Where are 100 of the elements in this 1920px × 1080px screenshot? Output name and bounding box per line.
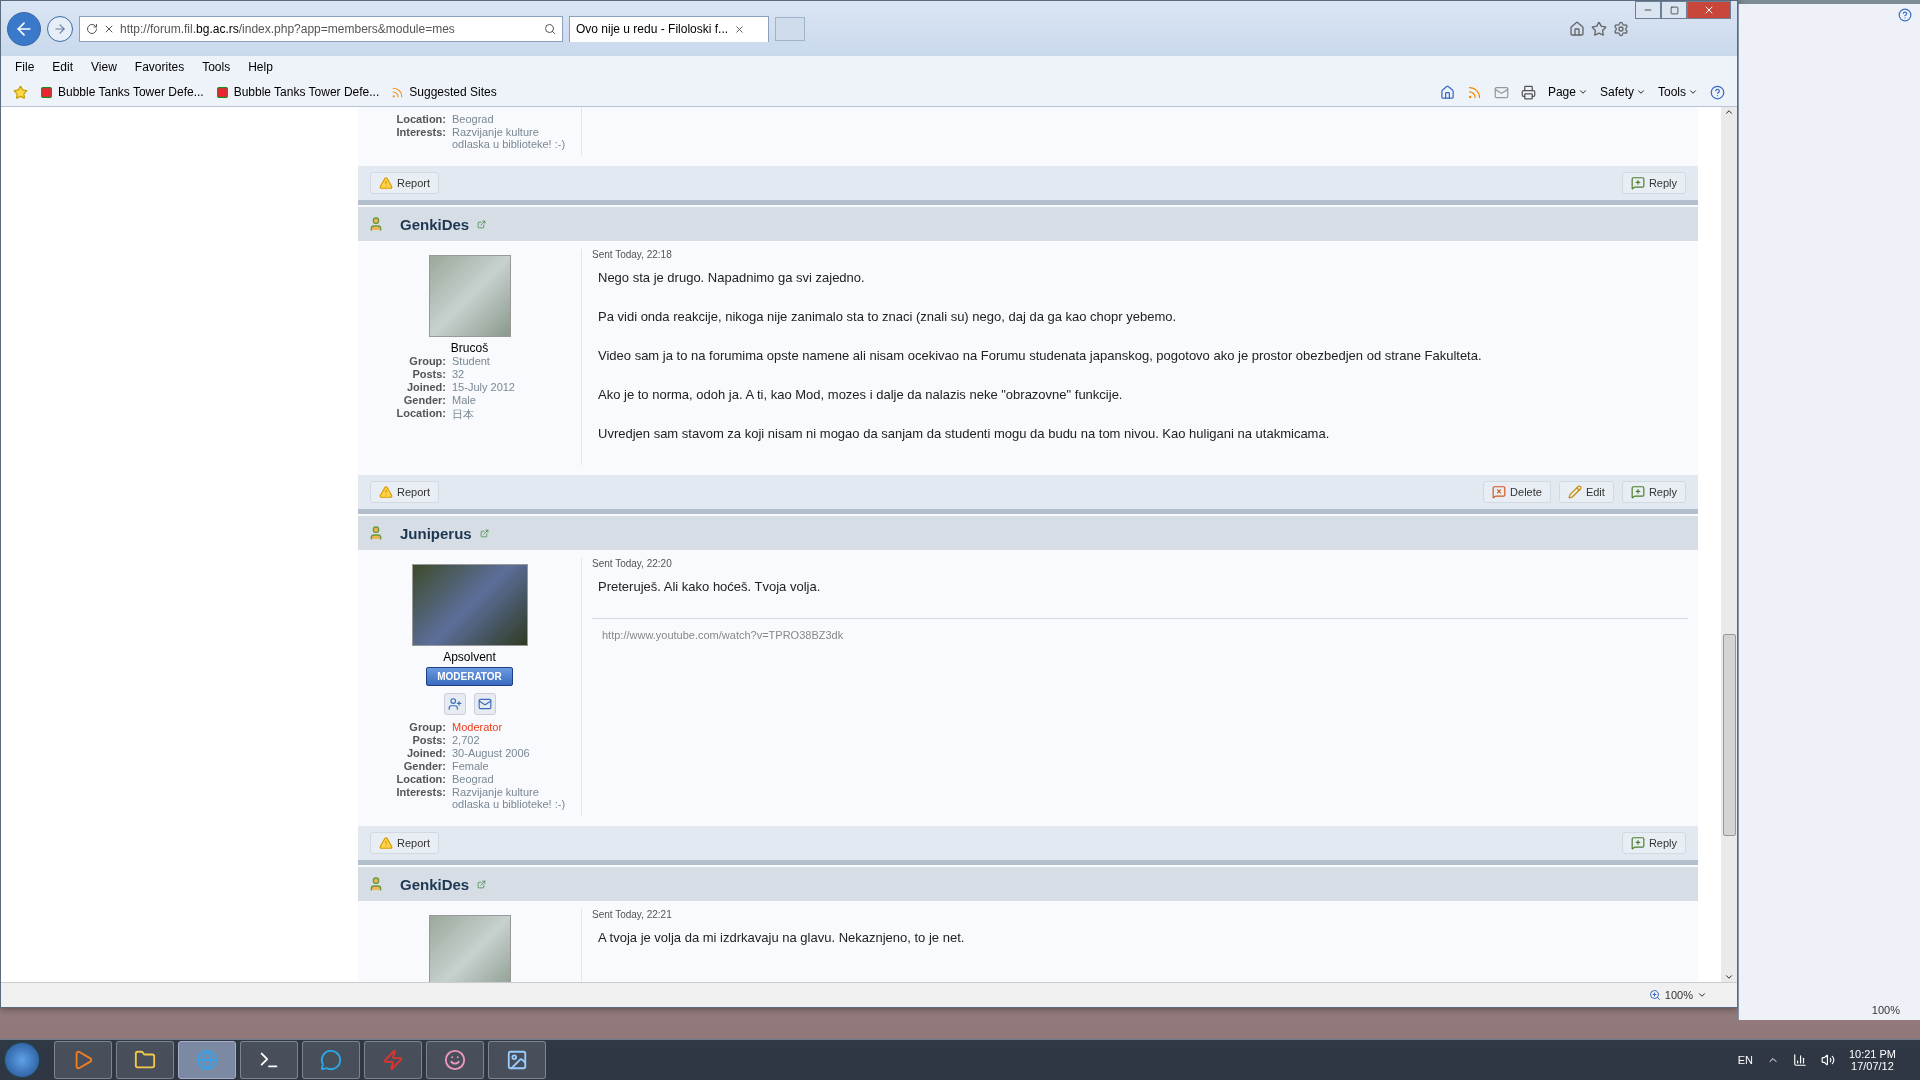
feed-icon[interactable]	[1466, 84, 1482, 100]
forward-button[interactable]	[47, 15, 73, 42]
menu-item[interactable]: File	[15, 60, 35, 74]
back-button[interactable]	[7, 11, 41, 46]
profile-value: Student	[452, 355, 491, 367]
report-button[interactable]: Report	[370, 832, 440, 854]
scroll-up-icon[interactable]	[1724, 107, 1734, 117]
help-icon[interactable]	[1898, 8, 1912, 22]
star-icon[interactable]	[1591, 20, 1607, 37]
menu-item[interactable]: Edit	[52, 60, 74, 74]
feed-icon	[391, 85, 405, 99]
post-paragraph: Ako je to norma, odoh ja. A ti, kao Mod, mozes i dalje da nalazis neke "obrazovne" funkcije.	[598, 387, 1124, 402]
external-link-icon[interactable]	[479, 528, 489, 538]
clock-date[interactable]: 17/07/12	[1851, 1060, 1894, 1072]
home-icon[interactable]	[1569, 20, 1585, 37]
post-paragraph: Uvredjen sam stavom za koji nisam ni mogao da sanjam da studenti mogu da budu na tom nivou. Kao huligani na utakmicama.	[598, 426, 1331, 441]
zoom-icon[interactable]	[1648, 989, 1661, 1001]
start-button[interactable]	[4, 1042, 40, 1078]
caret-icon[interactable]	[1697, 990, 1707, 1000]
minimize-button[interactable]	[1635, 1, 1661, 19]
external-link-icon[interactable]	[477, 219, 487, 229]
globe-icon	[196, 1049, 218, 1071]
command-menu[interactable]: Page	[1547, 85, 1588, 99]
profile-value: Beograd	[452, 773, 495, 785]
post-paragraph: Video sam ja to na forumima opste namene ali nisam ocekivao na Forumu studenata japanskog, pogotovo ako je prostor obezbedjen od strane Fakulteta.	[598, 348, 1483, 363]
scrollbar-thumb[interactable]	[1722, 633, 1736, 836]
sent-time: Sent Today, 22:20	[592, 558, 673, 569]
language-indicator[interactable]: EN	[1737, 1054, 1753, 1066]
profile-value: Razvijanje kulture odlaska u biblioteke! :-)	[452, 126, 567, 150]
author-link[interactable]: GenkiDes	[400, 875, 470, 893]
profile-value: 2,702	[452, 734, 481, 746]
menu-item[interactable]: Help	[248, 60, 273, 74]
home-icon[interactable]	[1439, 84, 1455, 100]
refresh-icon[interactable]	[86, 22, 98, 35]
signature-link[interactable]: http://www.youtube.com/watch?v=TPRO38BZ3dk	[602, 629, 844, 641]
settings-icon[interactable]	[1613, 20, 1629, 37]
search-icon[interactable]	[544, 22, 556, 35]
profile-label: Group:	[408, 721, 446, 733]
profile-value: Female	[452, 760, 490, 772]
signal-icon[interactable]	[1792, 1053, 1807, 1067]
volume-icon[interactable]	[1820, 1053, 1835, 1067]
site-icon	[215, 85, 229, 99]
warning-icon	[379, 176, 393, 190]
menu-item[interactable]: Favorites	[134, 60, 185, 74]
edit-button[interactable]: Edit	[1558, 481, 1614, 503]
user-icon	[368, 876, 384, 892]
clock-time[interactable]: 10:21 PM	[1848, 1048, 1896, 1060]
reply-button[interactable]: Reply	[1621, 481, 1686, 503]
message-button[interactable]	[473, 693, 496, 715]
maximize-button[interactable]	[1661, 1, 1687, 19]
favorite-link[interactable]: Bubble Tanks Tower Defe...	[40, 85, 204, 99]
help-icon[interactable]	[1710, 84, 1725, 100]
rank-label: Brucoš	[450, 341, 489, 355]
chat-icon	[320, 1049, 342, 1071]
author-link[interactable]: GenkiDes	[400, 215, 470, 233]
close-icon	[734, 23, 746, 35]
report-button[interactable]: Report	[370, 172, 440, 194]
profile-label: Joined:	[405, 747, 446, 759]
folder-icon	[134, 1049, 156, 1071]
scrollbar[interactable]	[1721, 107, 1737, 982]
user-icon	[368, 525, 384, 541]
profile-label: Location:	[395, 113, 446, 125]
menu-item[interactable]: Tools	[202, 60, 231, 74]
warning-icon	[379, 836, 393, 850]
address-field[interactable]: http://forum.fil.bg.ac.rs/index.php?app=members&module=mes	[79, 15, 563, 42]
caret-icon	[1636, 87, 1646, 97]
sent-time: Sent Today, 22:18	[592, 249, 673, 260]
favorite-link[interactable]: Bubble Tanks Tower Defe...	[215, 85, 380, 99]
zoom-level: 100%	[1871, 1004, 1900, 1016]
profile-value: 15-July 2012	[452, 381, 516, 393]
profile-value: Beograd	[452, 113, 495, 125]
profile-value: Moderator	[452, 721, 504, 733]
mail-icon[interactable]	[1493, 84, 1509, 100]
add-friend-button[interactable]	[443, 693, 466, 715]
post-paragraph: A tvoja je volja da mi izdrkavaju na glavu. Nekaznjeno, to je net.	[598, 930, 966, 945]
reply-icon	[1630, 176, 1645, 190]
delete-icon	[1492, 485, 1507, 499]
site-icon	[40, 85, 53, 99]
external-link-icon[interactable]	[477, 879, 487, 889]
command-menu[interactable]: Safety	[1599, 85, 1646, 99]
scroll-down-icon[interactable]	[1724, 972, 1734, 982]
command-menu[interactable]: Tools	[1658, 85, 1698, 99]
author-link[interactable]: Juniperus	[400, 524, 472, 542]
favorite-link[interactable]: Suggested Sites	[391, 85, 497, 99]
user-icon	[368, 216, 384, 232]
report-button[interactable]: Report	[370, 481, 440, 503]
delete-button[interactable]: Delete	[1483, 481, 1551, 503]
profile-label: Location:	[395, 773, 446, 785]
printer-icon[interactable]	[1520, 84, 1536, 100]
post-paragraph: Pa vidi onda reakcije, nikoga nije zanimalo sta to znaci (znali su) nego, daj da ga kao chopr yebemo.	[598, 309, 1178, 324]
zoom-level[interactable]: 100%	[1664, 989, 1693, 1001]
reply-button[interactable]: Reply	[1621, 832, 1686, 854]
reply-button[interactable]: Reply	[1621, 172, 1686, 194]
favorites-star-icon[interactable]	[13, 84, 28, 100]
profile-label: Gender:	[402, 394, 446, 406]
close-icon	[1703, 4, 1715, 16]
browser-tab[interactable]: Ovo nije u redu - Filoloski f...	[569, 15, 769, 42]
picture-icon	[506, 1049, 528, 1071]
menu-item[interactable]: View	[91, 60, 117, 74]
lightning-icon	[382, 1049, 404, 1071]
